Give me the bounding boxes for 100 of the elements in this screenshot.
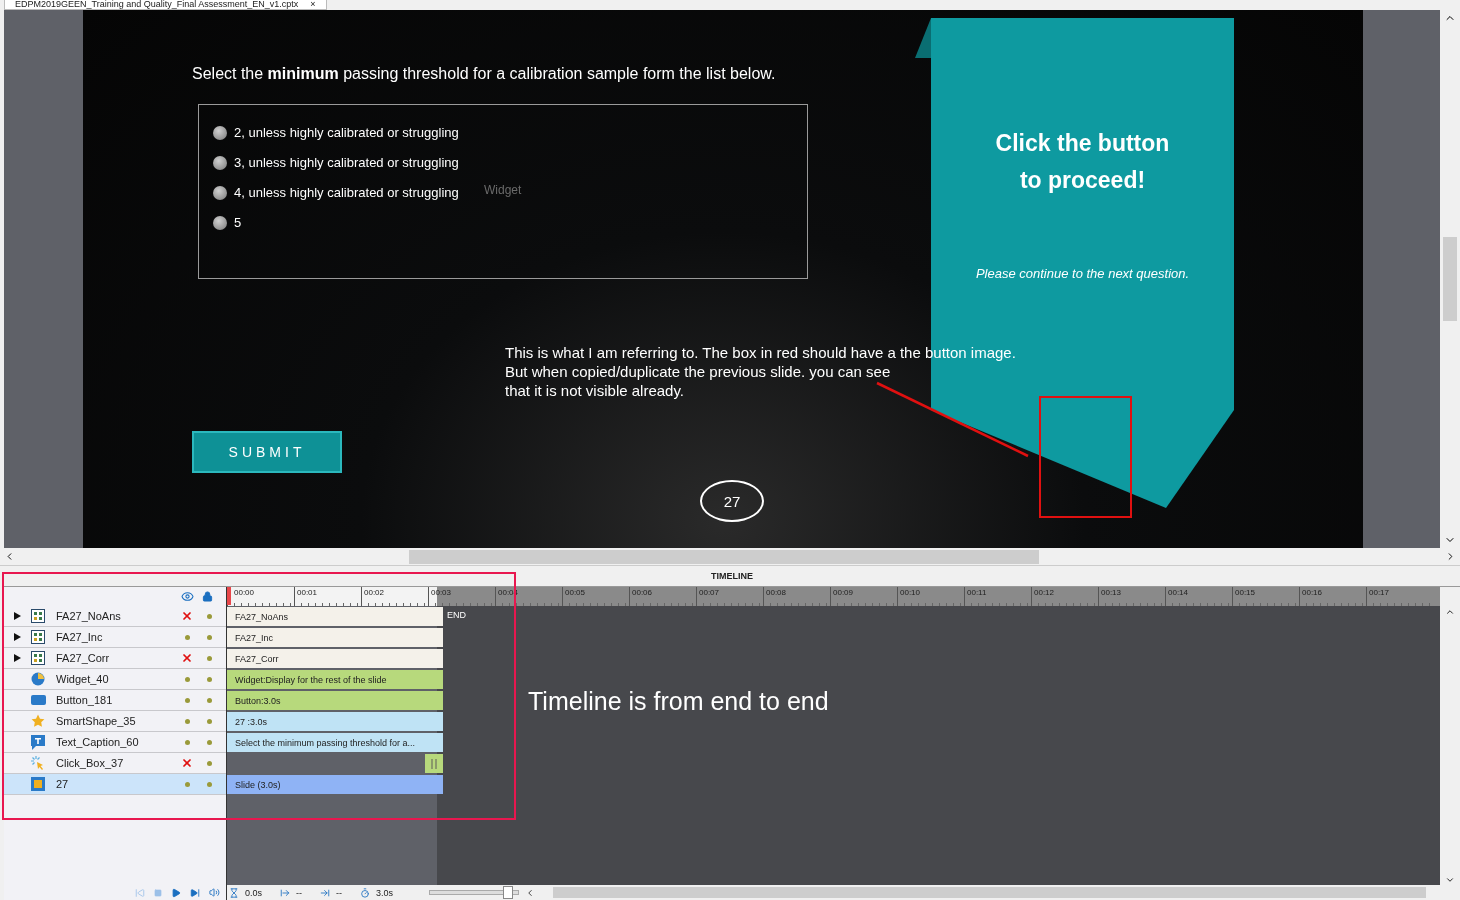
banner-title: to proceed! [1018,167,1147,194]
visible-dot[interactable] [184,634,190,640]
lock-dot[interactable] [206,697,212,703]
scroll-up-icon[interactable] [1445,607,1455,617]
eye-icon[interactable] [181,590,194,603]
time-label: 00:17 [1366,587,1433,606]
hidden-icon[interactable] [181,652,193,664]
end-label: END [447,609,466,622]
hourglass-icon [229,887,239,898]
timeline-bar[interactable]: FA27_Inc [227,628,443,647]
time-label: 00:12 [1031,587,1098,606]
scroll-thumb[interactable] [409,549,1039,564]
lock-dot[interactable] [206,613,212,619]
current-time: 0.0s [245,887,262,898]
layer-name: Widget_40 [56,673,110,685]
text-caption-icon [31,734,45,750]
lock-dot[interactable] [206,655,212,661]
timeline-bar[interactable]: 27 :3.0s [227,712,443,731]
group-icon [31,630,45,644]
layer-name: FA27_NoAns [56,610,122,622]
slide-icon [31,777,45,791]
rewind-icon[interactable] [135,887,145,898]
option-label: 3, unless highly calibrated or struggling [234,155,459,170]
lock-dot[interactable] [206,634,212,640]
time-label: 00:11 [964,587,1031,606]
time-label: 00:08 [763,587,830,606]
timeline-title: TIMELINE [711,571,753,581]
expand-icon[interactable] [14,612,21,620]
next-icon[interactable] [190,887,200,898]
zoom-thumb[interactable] [503,886,514,899]
layer-row[interactable]: 27 [4,774,226,795]
layer-name: FA27_Inc [56,631,104,643]
time-label: 00:07 [696,587,763,606]
scroll-down-icon[interactable] [1445,875,1455,885]
timeline-bar[interactable]: Button:3.0s [227,691,443,710]
visible-dot[interactable] [184,781,190,787]
hidden-icon[interactable] [181,757,193,769]
layer-row[interactable]: FA27_Corr [4,648,226,669]
lock-dot[interactable] [206,718,212,724]
lock-dot[interactable] [206,760,212,766]
duration: 3.0s [376,887,394,898]
question-text: Select the minimum passing threshold for a calibration sample form the list below. [192,65,776,83]
pause-icon[interactable] [425,754,443,773]
visible-dot[interactable] [184,676,190,682]
option-label: 5 [234,215,242,230]
timeline-bar[interactable]: Widget:Display for the rest of the slide [227,670,443,689]
layer-row[interactable]: SmartShape_35 [4,711,226,732]
time-label: 00:09 [830,587,897,606]
layer-row[interactable]: Text_Caption_60 [4,732,226,753]
radio-button[interactable] [213,185,227,200]
timeline-bar[interactable]: FA27_Corr [227,649,443,668]
expand-icon[interactable] [14,633,21,641]
layer-name: SmartShape_35 [56,715,137,727]
layer-name: FA27_Corr [56,652,111,664]
widget-label: Widget [484,183,522,197]
slide-number: 27 [700,480,764,522]
horizontal-scrollbar[interactable] [553,887,1426,898]
time-label: 00:02 [361,587,428,606]
end-time: -- [336,887,342,898]
timeline-bar[interactable]: Slide (3.0s) [227,775,443,794]
play-icon[interactable] [171,887,181,898]
time-label: 00:01 [294,587,361,606]
start-time-icon [280,887,290,898]
layer-row[interactable]: Button_181 [4,690,226,711]
timeline-bar[interactable]: FA27_NoAns [227,607,443,626]
volume-icon[interactable] [209,887,220,898]
time-label: 00:15 [1232,587,1299,606]
radio-button[interactable] [213,125,227,140]
close-icon[interactable]: × [310,0,316,9]
group-icon [31,609,45,623]
layer-row[interactable]: Widget_40 [4,669,226,690]
radio-button[interactable] [213,215,227,230]
annotation-text: Timeline is from end to end [528,687,829,716]
layer-name: Button_181 [56,694,114,706]
visible-dot[interactable] [184,718,190,724]
layer-name: Click_Box_37 [56,757,125,769]
expand-icon[interactable] [14,654,21,662]
horizontal-scrollbar[interactable] [0,548,1460,566]
visible-dot[interactable] [184,739,190,745]
lock-dot[interactable] [206,781,212,787]
visible-dot[interactable] [184,697,190,703]
pie-chart-icon [31,672,45,686]
submit-button[interactable]: SUBMIT [192,431,342,473]
option-label: 4, unless highly calibrated or struggling [234,185,459,200]
scroll-thumb[interactable] [1443,237,1457,321]
layer-row[interactable]: FA27_NoAns [4,606,226,627]
note-text: But when copied/duplicate the previous slide. you can see [505,363,891,380]
button-shape-icon [30,695,46,705]
lock-dot[interactable] [206,676,212,682]
stop-icon[interactable] [154,888,162,897]
click-cursor-icon [31,756,45,770]
banner-title: Click the button [994,130,1171,157]
lock-icon[interactable] [202,591,213,602]
start-time: -- [296,887,302,898]
layer-name: 27 [56,778,70,790]
timeline-bar[interactable]: Select the minimum passing threshold for a... [227,733,443,752]
radio-button[interactable] [213,155,227,170]
lock-dot[interactable] [206,739,212,745]
hidden-icon[interactable] [181,610,193,622]
layer-row[interactable]: FA27_Inc [4,627,226,648]
